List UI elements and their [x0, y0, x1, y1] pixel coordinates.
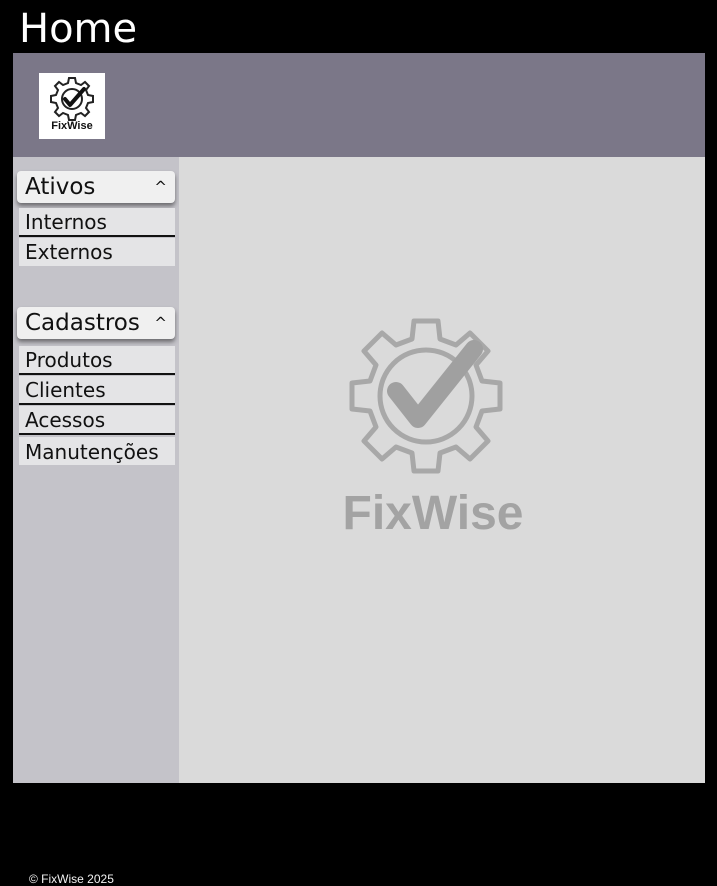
sidebar-item-label: Clientes: [25, 378, 106, 402]
sidebar-item-clientes[interactable]: Clientes: [19, 376, 175, 405]
sidebar-item-externos[interactable]: Externos: [19, 238, 175, 266]
sidebar: Ativos ^ Internos Externos Cadastros ^ P…: [13, 157, 179, 886]
sidebar-item-label: Acessos: [25, 408, 106, 432]
app-header: FixWise: [13, 53, 705, 157]
sidebar-item-produtos[interactable]: Produtos: [19, 346, 175, 375]
watermark-logo: FixWise: [333, 317, 533, 547]
section-cadastros-label: Cadastros: [25, 310, 140, 336]
sidebar-item-label: Internos: [25, 210, 107, 234]
sidebar-item-acessos[interactable]: Acessos: [19, 406, 175, 435]
gear-check-icon: [349, 318, 503, 474]
chevron-up-icon: ^: [154, 178, 167, 196]
sidebar-item-label: Manutenções: [25, 440, 159, 464]
watermark-text: FixWise: [342, 487, 524, 540]
footer-copyright: © FixWise 2025: [29, 872, 114, 886]
sidebar-item-label: Externos: [25, 240, 113, 264]
sidebar-item-manutencoes[interactable]: Manutenções: [19, 437, 175, 465]
page-title: Home: [19, 6, 138, 52]
section-cadastros[interactable]: Cadastros ^: [17, 307, 175, 339]
section-ativos[interactable]: Ativos ^: [17, 171, 175, 203]
sidebar-item-label: Produtos: [25, 348, 113, 372]
app-logo[interactable]: FixWise: [39, 73, 105, 139]
sidebar-item-internos[interactable]: Internos: [19, 208, 175, 237]
chevron-up-icon: ^: [154, 314, 167, 332]
section-ativos-label: Ativos: [25, 174, 96, 200]
app-window: FixWise Ativos ^ Internos Externos Cadas…: [13, 53, 705, 886]
logo-text: FixWise: [51, 120, 93, 132]
main-content: FixWise: [179, 157, 705, 783]
